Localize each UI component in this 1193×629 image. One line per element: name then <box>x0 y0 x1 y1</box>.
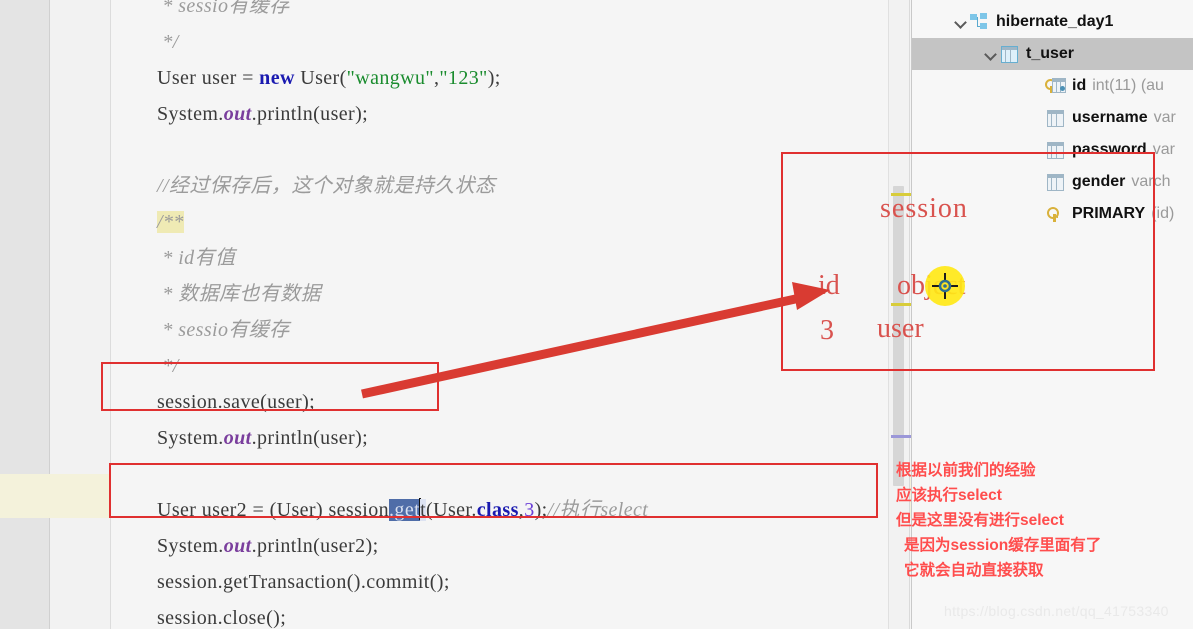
code-line[interactable]: session.getTransaction().commit(); <box>111 564 888 600</box>
schema-icon <box>969 13 989 31</box>
chevron-down-icon[interactable] <box>953 14 969 30</box>
code-line[interactable] <box>111 132 888 168</box>
db-tree-row-name: id <box>1072 77 1087 94</box>
code-line[interactable]: session.close(); <box>111 600 888 629</box>
code-line[interactable]: * 数据库也有数据 <box>111 276 888 312</box>
code-line[interactable]: * sessio有缓存 <box>111 0 888 24</box>
annotation-note-line: 应该执行select <box>896 487 1002 504</box>
editor-line-number-gutter <box>50 0 110 629</box>
code-line[interactable]: System.out.println(user); <box>111 96 888 132</box>
db-tree-row-type: var <box>1152 141 1175 158</box>
annotation-diagram-col-key: id <box>818 270 840 301</box>
db-tree-row-name: t_user <box>1026 45 1075 62</box>
db-tree-row-type: var <box>1153 109 1176 126</box>
annotation-note-line: 根据以前我们的经验 <box>896 462 1036 479</box>
annotation-diagram-row-key: 3 <box>820 315 834 346</box>
annotation-diagram-row-value: user <box>877 313 924 344</box>
column-icon <box>1045 109 1065 127</box>
db-tree-row-name: hibernate_day1 <box>996 13 1114 30</box>
db-tree-row-username[interactable]: username var <box>911 102 1193 134</box>
annotation-note-line: 是因为session缓存里面有了 <box>904 537 1102 554</box>
code-line[interactable]: System.out.println(user); <box>111 420 888 456</box>
db-tree-row-name: username <box>1072 109 1148 126</box>
code-line[interactable]: System.out.println(user2); <box>111 528 888 564</box>
db-tree-row-hibernate_day1[interactable]: hibernate_day1 <box>911 6 1193 38</box>
code-line[interactable]: //经过保存后，这个对象就是持久状态 <box>111 168 888 204</box>
info-marker-icon[interactable] <box>891 435 913 438</box>
table-icon <box>999 45 1019 63</box>
chevron-down-icon[interactable] <box>983 46 999 62</box>
db-tree-row-type: int(11) (au <box>1092 77 1164 94</box>
code-editor[interactable]: * sessio有缓存 */User user = new User("wang… <box>111 0 888 629</box>
code-line[interactable]: * sessio有缓存 <box>111 312 888 348</box>
annotation-session-label: session <box>880 193 968 224</box>
db-tree-row-t_user[interactable]: t_user <box>911 38 1193 70</box>
code-line[interactable]: User user = new User("wangwu","123"); <box>111 60 888 96</box>
code-line[interactable]: */ <box>111 24 888 60</box>
crosshair-cursor-icon <box>932 273 958 299</box>
annotation-box-session-get <box>109 463 878 518</box>
annotation-box-session-save <box>101 362 439 411</box>
db-tree-row-id[interactable]: id int(11) (au <box>911 70 1193 102</box>
code-line[interactable]: /** <box>111 204 888 240</box>
code-line[interactable]: * id有值 <box>111 240 888 276</box>
annotation-note-text: 根据以前我们的经验 应该执行select 但是这里没有进行select 是因为sess… <box>896 458 1193 583</box>
annotation-note-line: 它就会自动直接获取 <box>904 562 1044 579</box>
annotation-box-session-cache <box>781 152 1155 371</box>
watermark: https://blog.csdn.net/qq_41753340 <box>944 603 1169 619</box>
annotation-note-line: 但是这里没有进行select <box>896 512 1064 529</box>
primary-key-column-icon <box>1045 77 1066 95</box>
editor-outer-gutter <box>0 0 49 629</box>
